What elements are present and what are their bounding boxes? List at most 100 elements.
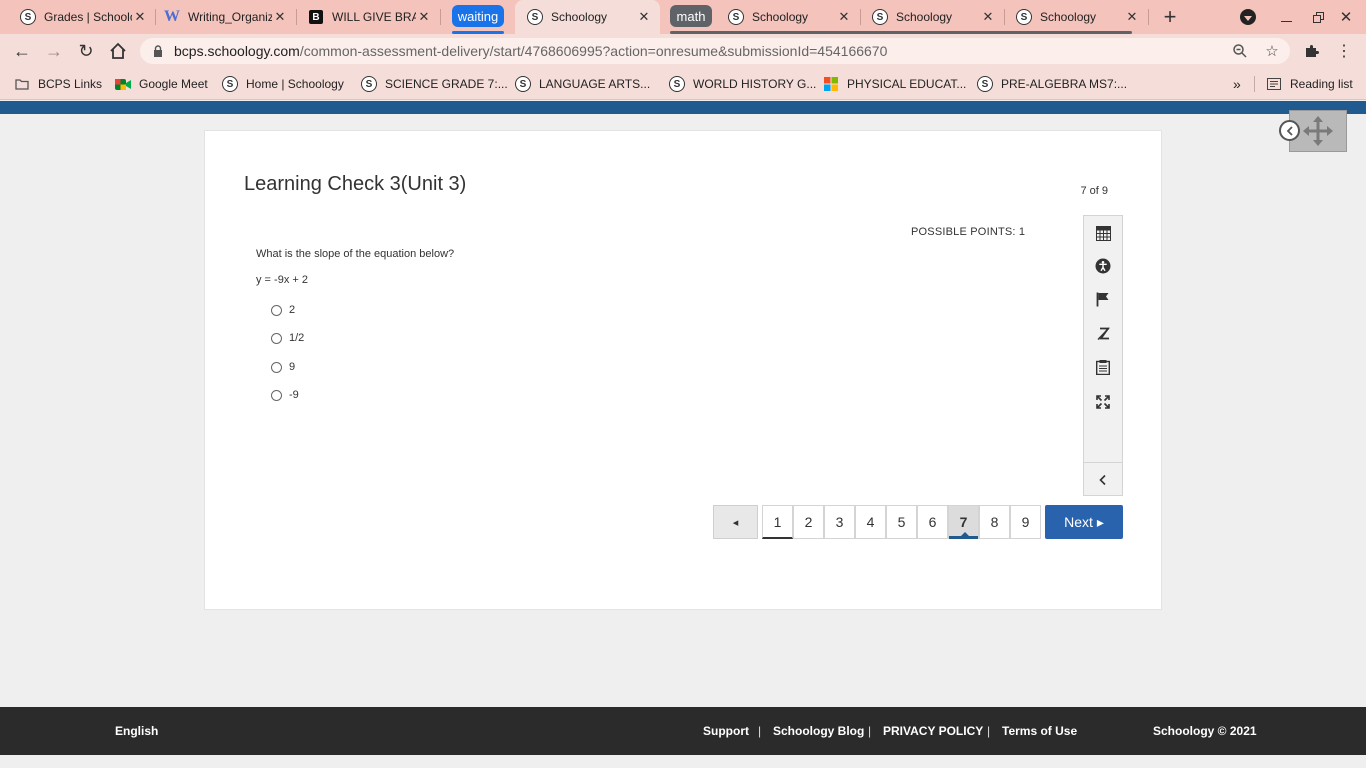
calculator-icon[interactable]	[1093, 223, 1113, 243]
collapse-panel-icon[interactable]	[1093, 470, 1113, 490]
bookmarks-overflow-button[interactable]: »	[1233, 76, 1241, 92]
radio-button[interactable]	[271, 332, 282, 344]
reload-button[interactable]: ↻	[73, 38, 99, 64]
close-icon[interactable]: ✕	[1124, 9, 1140, 25]
word-icon: W	[164, 8, 180, 25]
close-icon[interactable]: ✕	[836, 9, 852, 25]
bookmark-bcps-links[interactable]: BCPS Links	[14, 76, 102, 92]
next-question-button[interactable]: Next ▸	[1045, 505, 1123, 539]
collapse-toggle-button[interactable]	[1279, 120, 1300, 141]
notepad-icon[interactable]	[1093, 357, 1113, 377]
footer-link-support[interactable]: Support	[703, 724, 749, 738]
language-selector[interactable]: English	[115, 724, 158, 738]
extensions-button[interactable]	[1299, 38, 1325, 64]
reading-list-button[interactable]: Reading list	[1266, 76, 1353, 92]
bookmark-physical-education[interactable]: PHYSICAL EDUCAT...	[823, 76, 966, 92]
page-button-4[interactable]: 4	[855, 505, 886, 539]
page-button-2[interactable]: 2	[793, 505, 824, 539]
fullscreen-icon[interactable]	[1093, 392, 1113, 412]
tab-title: Schoology	[752, 10, 809, 24]
accessibility-icon[interactable]	[1093, 256, 1113, 276]
tab-writing-organizer[interactable]: W Writing_Organizer ✕	[152, 0, 296, 34]
url-host: bcps.schoology.com	[174, 43, 300, 59]
tab-schoology[interactable]: S Schoology ✕	[1004, 0, 1148, 34]
bookmark-world-history[interactable]: S WORLD HISTORY G...	[669, 76, 816, 92]
tab-schoology[interactable]: S Schoology ✕	[716, 0, 860, 34]
footer-link-privacy[interactable]: PRIVACY POLICY	[883, 724, 983, 738]
bookmark-language-arts[interactable]: S LANGUAGE ARTS...	[515, 76, 650, 92]
bookmark-science[interactable]: S SCIENCE GRADE 7:...	[361, 76, 508, 92]
back-button[interactable]: ←	[9, 38, 35, 64]
tab-group-waiting[interactable]: waiting	[452, 5, 504, 27]
tools-divider	[1084, 462, 1122, 463]
close-icon[interactable]: ✕	[132, 9, 148, 25]
schoology-icon: S	[20, 9, 36, 25]
answer-choice[interactable]: -9	[271, 388, 299, 402]
page-button-6[interactable]: 6	[917, 505, 948, 539]
page-button-9[interactable]: 9	[1010, 505, 1041, 539]
bookmarks-bar: BCPS Links Google Meet S Home | Schoolog…	[0, 68, 1366, 100]
flag-icon[interactable]	[1093, 289, 1113, 309]
close-window-button[interactable]: ✕	[1335, 6, 1357, 28]
radio-button[interactable]	[271, 361, 282, 373]
move-icon	[1303, 116, 1333, 146]
forward-button[interactable]: →	[41, 38, 67, 64]
strikethrough-icon[interactable]	[1093, 323, 1113, 343]
previous-question-button[interactable]: ◂	[713, 505, 758, 539]
footer-separator: |	[868, 724, 872, 738]
url-path: /common-assessment-delivery/start/476860…	[299, 43, 888, 59]
page-bottom-margin	[0, 755, 1366, 768]
answer-choice[interactable]: 2	[271, 303, 295, 317]
browser-menu-button[interactable]: ⋮	[1331, 38, 1357, 64]
page-button-8[interactable]: 8	[979, 505, 1010, 539]
footer-link-blog[interactable]: Schoology Blog	[773, 724, 864, 738]
possible-points: POSSIBLE POINTS: 1	[911, 226, 1026, 238]
minimize-button[interactable]	[1275, 6, 1297, 28]
restore-button[interactable]	[1307, 6, 1329, 28]
footer-separator: |	[758, 724, 762, 738]
page-button-1[interactable]: 1	[762, 505, 793, 539]
answer-choice[interactable]: 1/2	[271, 331, 304, 345]
new-tab-button[interactable]: +	[1159, 4, 1181, 29]
bookmark-home-schoology[interactable]: S Home | Schoology	[222, 76, 344, 92]
close-icon[interactable]: ✕	[980, 9, 996, 25]
tab-group-math[interactable]: math	[670, 5, 712, 27]
bookmark-star-icon[interactable]: ☆	[1262, 41, 1282, 61]
schoology-icon: S	[977, 76, 993, 92]
tab-search-button[interactable]	[1237, 6, 1259, 28]
close-icon[interactable]: ✕	[636, 9, 652, 25]
tab-title: Grades | Schoology	[44, 10, 132, 24]
microsoft-icon	[823, 76, 839, 92]
footer-separator: |	[987, 724, 991, 738]
radio-button[interactable]	[271, 389, 282, 401]
tab-brainly[interactable]: B WILL GIVE BRAINLIEST ✕	[296, 0, 440, 34]
schoology-icon: S	[728, 9, 744, 25]
page-button-5[interactable]: 5	[886, 505, 917, 539]
bookmark-pre-algebra[interactable]: S PRE-ALGEBRA MS7:...	[977, 76, 1127, 92]
footer-link-terms[interactable]: Terms of Use	[1002, 724, 1077, 738]
close-icon: ✕	[1339, 9, 1353, 26]
home-button[interactable]	[105, 38, 131, 64]
close-icon[interactable]: ✕	[272, 9, 288, 25]
zoom-icon[interactable]	[1230, 41, 1250, 61]
close-icon[interactable]: ✕	[416, 9, 432, 25]
back-arrow-icon: ←	[13, 40, 31, 61]
schoology-icon: S	[361, 76, 377, 92]
tab-grades[interactable]: S Grades | Schoology ✕	[8, 0, 156, 34]
tab-title: Schoology	[551, 10, 608, 24]
tab-schoology[interactable]: S Schoology ✕	[860, 0, 1004, 34]
bookmark-google-meet[interactable]: Google Meet	[115, 76, 208, 92]
radio-button[interactable]	[271, 304, 282, 316]
tab-schoology-active[interactable]: S Schoology ✕	[515, 0, 660, 34]
browser-toolbar: ← → ↻ bcps.schoology.com/common-assessme…	[0, 34, 1366, 68]
answer-choice-label: -9	[289, 389, 299, 401]
tab-title: Writing_Organizer	[188, 10, 272, 24]
page-button-7[interactable]: 7	[948, 505, 979, 539]
folder-icon	[14, 76, 30, 92]
answer-choice[interactable]: 9	[271, 360, 295, 374]
address-bar[interactable]: bcps.schoology.com/common-assessment-del…	[140, 38, 1290, 64]
schoology-header-bar	[0, 101, 1366, 114]
page-button-3[interactable]: 3	[824, 505, 855, 539]
brainly-icon: B	[308, 9, 324, 25]
forward-arrow-icon: →	[45, 40, 63, 61]
